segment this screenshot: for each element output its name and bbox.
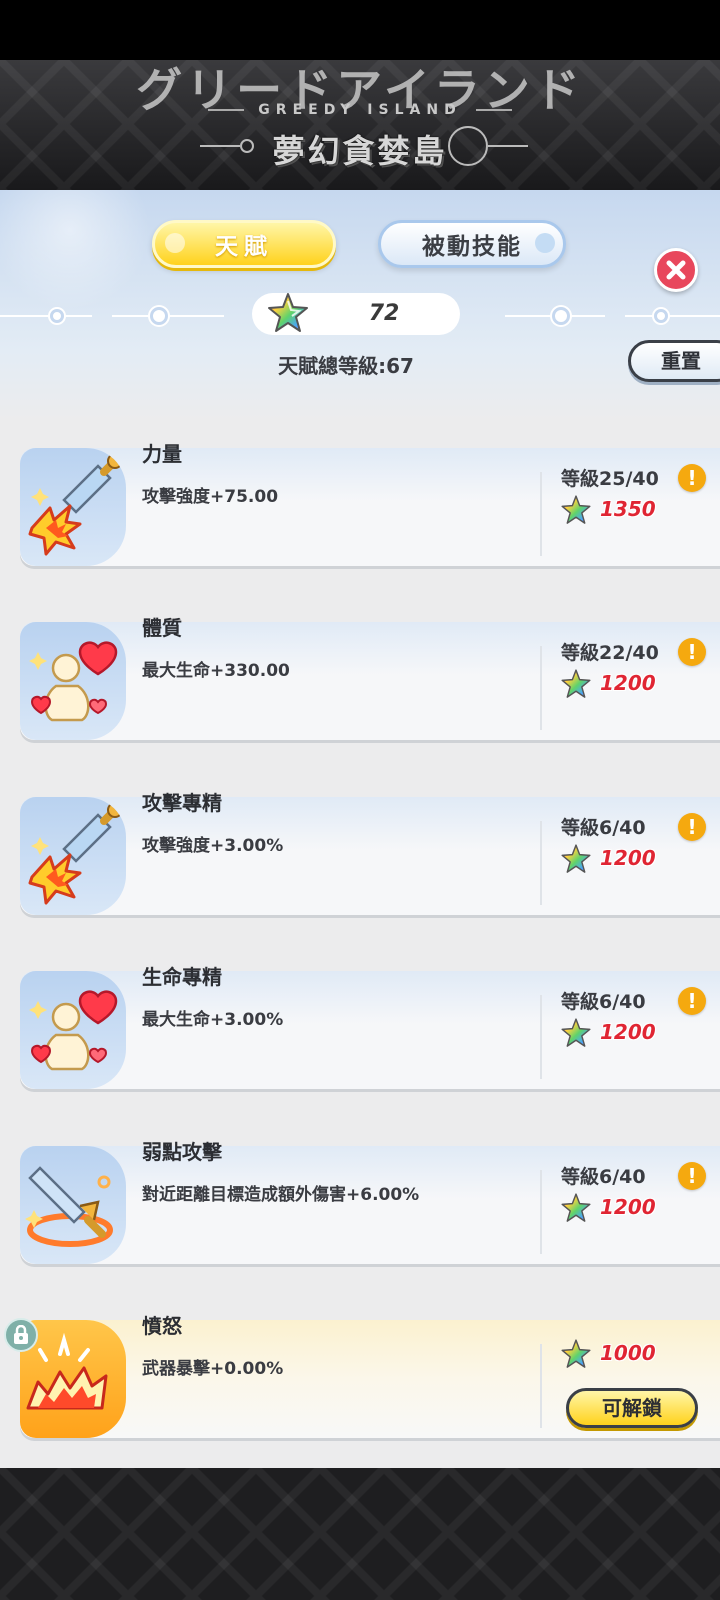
talent-cost: 1000	[600, 1341, 656, 1365]
rainbow-star-icon	[561, 1018, 591, 1047]
tab-passive-skills[interactable]: 被動技能	[378, 220, 566, 268]
status-bar	[0, 0, 720, 60]
decorative-dot	[654, 309, 668, 323]
decorative-line	[112, 315, 224, 317]
talent-card[interactable]: 體質最大生命+330.00 等級22/40! 1200	[0, 616, 720, 740]
unlock-button[interactable]: 可解鎖	[566, 1388, 698, 1428]
logo-english-text: GREEDY ISLAND	[0, 102, 720, 118]
rainbow-star-icon	[561, 1339, 591, 1368]
logo-compass-icon	[448, 126, 488, 166]
talent-name: 生命專精	[142, 965, 222, 989]
sword-strike-icon	[20, 797, 126, 915]
talent-cost: 1200	[600, 671, 656, 695]
talent-description: 攻擊強度+75.00	[142, 487, 279, 507]
talent-card[interactable]: 攻擊專精攻擊強度+3.00% 等級6/40! 1200	[0, 791, 720, 915]
logo-chinese-text: 夢幻貪婪島	[272, 132, 448, 170]
info-icon[interactable]: !	[678, 638, 706, 666]
rainbow-star-icon	[268, 293, 308, 332]
info-icon[interactable]: !	[678, 1162, 706, 1190]
card-divider	[540, 1170, 542, 1254]
panel-header: 天賦 被動技能 72 天賦總等級:67 重置	[0, 190, 720, 420]
decorative-line	[0, 315, 92, 317]
decorative-line	[625, 315, 720, 317]
card-divider	[540, 646, 542, 730]
talent-description: 最大生命+3.00%	[142, 1010, 284, 1030]
decorative-dot	[50, 309, 64, 323]
talent-panel: 天賦 被動技能 72 天賦總等級:67 重置 力量攻擊強度+75.00 等級25/…	[0, 190, 720, 1468]
close-icon	[666, 260, 686, 280]
talent-cost: 1350	[600, 497, 656, 521]
close-button[interactable]	[654, 248, 698, 292]
heart-figure-icon	[20, 971, 126, 1089]
logo-divider	[488, 145, 528, 147]
card-divider	[540, 1344, 542, 1428]
talent-cost: 1200	[600, 846, 656, 870]
sword-strike-icon	[20, 448, 126, 566]
card-divider	[540, 821, 542, 905]
talent-level: 等級6/40	[561, 817, 646, 839]
talent-level: 等級22/40	[561, 642, 659, 664]
rainbow-star-icon	[561, 844, 591, 873]
talent-description: 武器暴擊+0.00%	[142, 1359, 284, 1379]
rainbow-star-icon	[561, 1193, 591, 1222]
talent-description: 攻擊強度+3.00%	[142, 836, 284, 856]
talent-name: 攻擊專精	[142, 791, 222, 815]
talent-name: 力量	[142, 442, 182, 466]
talent-description: 對近距離目標造成額外傷害+6.00%	[142, 1185, 420, 1205]
info-icon[interactable]: !	[678, 987, 706, 1015]
talent-card[interactable]: 憤怒武器暴擊+0.00% 1000 可解鎖	[0, 1314, 720, 1438]
talent-description: 最大生命+330.00	[142, 661, 290, 681]
game-banner: グリードアイランド GREEDY ISLAND 夢幻貪婪島	[0, 60, 720, 190]
decorative-dot	[150, 307, 168, 325]
heart-figure-icon	[20, 622, 126, 740]
rainbow-star-icon	[561, 495, 591, 524]
talent-level: 等級25/40	[561, 468, 659, 490]
info-icon[interactable]: !	[678, 813, 706, 841]
talent-points-value: 72	[368, 301, 400, 326]
sword-ring-icon	[20, 1146, 126, 1264]
lock-icon	[4, 1318, 38, 1352]
reset-button[interactable]: 重置	[628, 340, 720, 382]
talent-cost: 1200	[600, 1020, 656, 1044]
talent-card[interactable]: 生命專精最大生命+3.00% 等級6/40! 1200	[0, 965, 720, 1089]
talent-card[interactable]: 力量攻擊強度+75.00 等級25/40! 1350	[0, 442, 720, 566]
talent-card[interactable]: 弱點攻擊對近距離目標造成額外傷害+6.00% 等級6/40! 1200	[0, 1140, 720, 1264]
card-divider	[540, 472, 542, 556]
tab-talent[interactable]: 天賦	[152, 220, 336, 268]
talent-name: 弱點攻擊	[142, 1140, 222, 1164]
talent-level: 等級6/40	[561, 991, 646, 1013]
total-talent-level: 天賦總等級:67	[278, 354, 414, 378]
talent-name: 憤怒	[142, 1314, 182, 1338]
talent-name: 體質	[142, 616, 182, 640]
talent-points-display: 72	[252, 293, 460, 335]
info-icon[interactable]: !	[678, 464, 706, 492]
bottom-decor	[0, 1468, 720, 1600]
talent-level: 等級6/40	[561, 1166, 646, 1188]
decorative-dot	[552, 307, 570, 325]
talent-cost: 1200	[600, 1195, 656, 1219]
card-divider	[540, 995, 542, 1079]
rainbow-star-icon	[561, 669, 591, 698]
